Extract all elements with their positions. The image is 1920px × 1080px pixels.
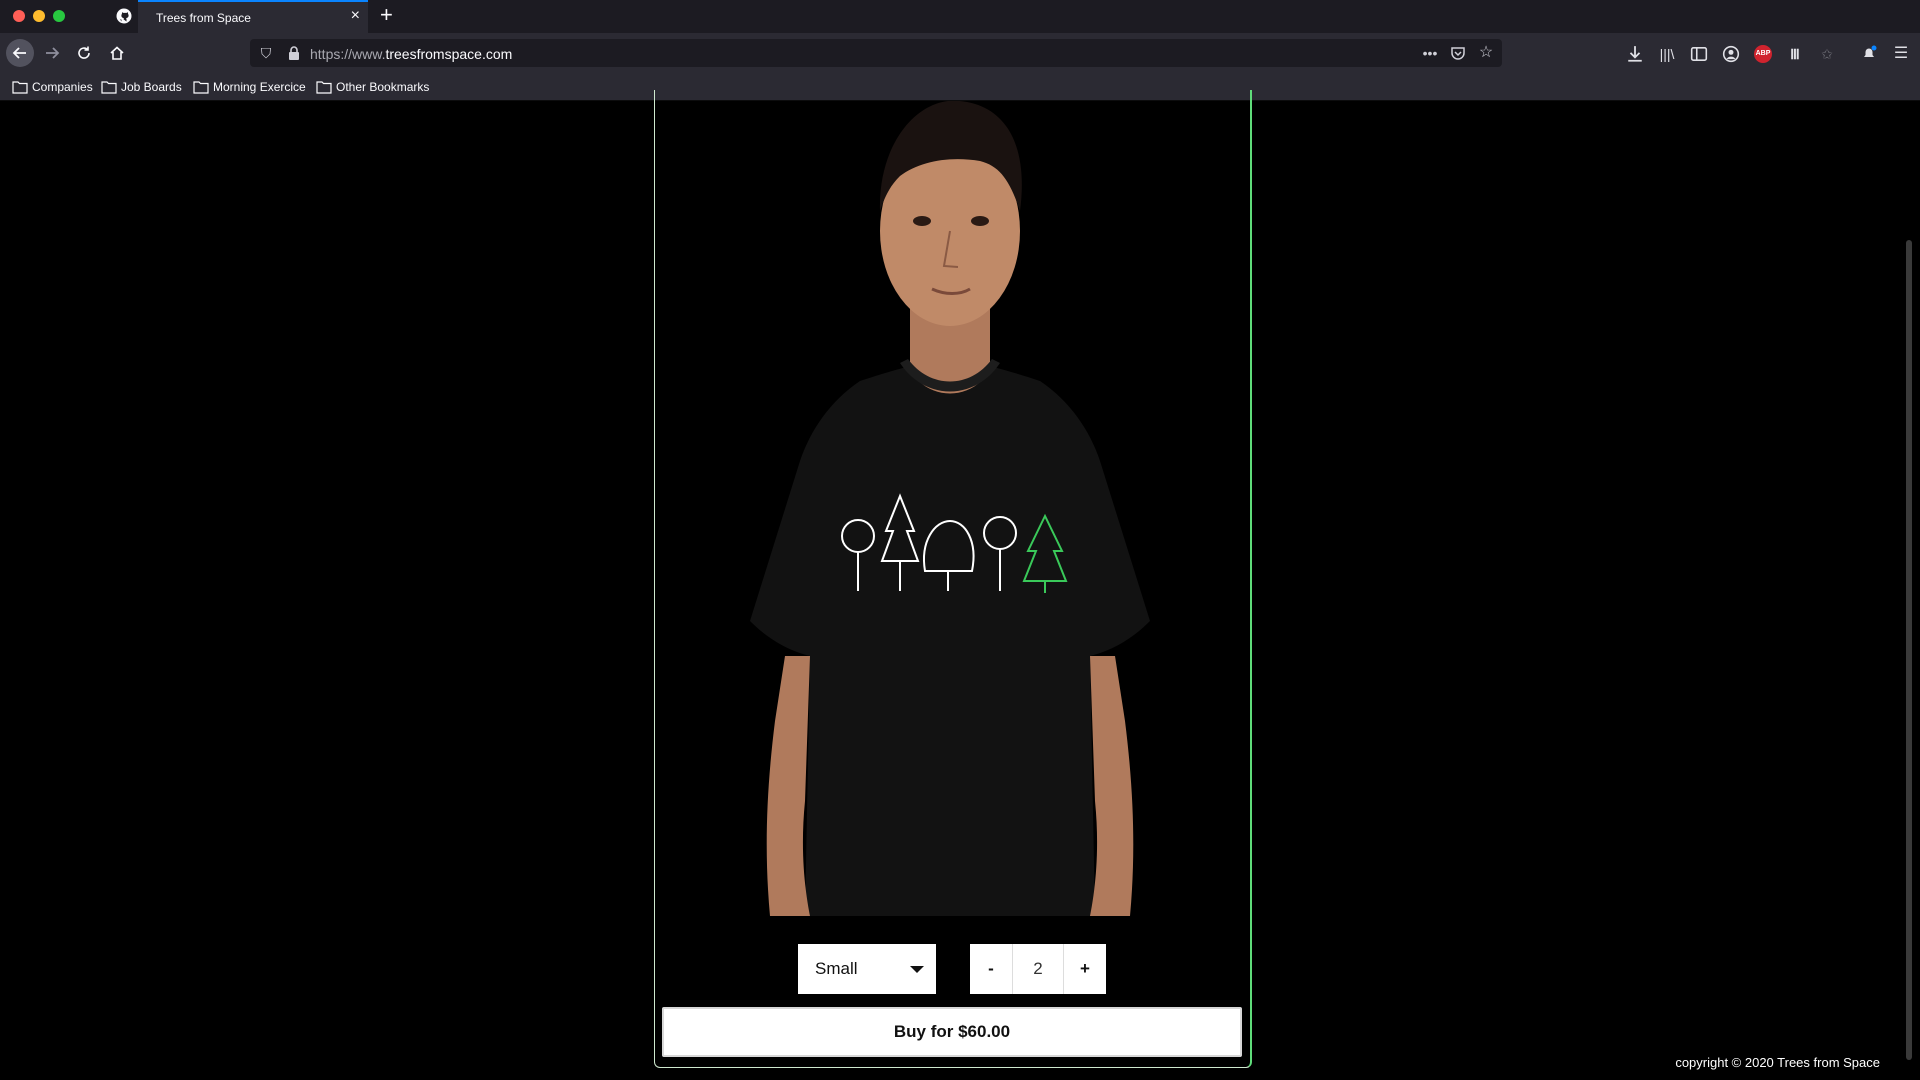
sidebar-icon[interactable]	[1690, 45, 1708, 63]
url-bar[interactable]: ⛉ https://www.treesfromspace.com ••• ☆	[250, 39, 1502, 67]
scrollbar[interactable]	[1906, 240, 1912, 1060]
back-arrow-icon	[12, 47, 26, 59]
minimize-window-button[interactable]	[33, 10, 45, 22]
bookmark-label: Companies	[32, 80, 93, 94]
home-button[interactable]	[103, 39, 131, 67]
home-icon	[110, 46, 124, 60]
bell-icon	[1864, 45, 1877, 57]
folder-icon	[12, 81, 28, 94]
lock-icon[interactable]	[286, 45, 302, 61]
url-domain: treesfromspace.com	[385, 46, 513, 62]
size-dropdown[interactable]: Small	[798, 944, 936, 994]
quantity-value[interactable]: 2	[1012, 944, 1064, 994]
product-photo	[750, 101, 1150, 916]
back-button[interactable]	[6, 39, 34, 67]
url-prefix: https://www.	[310, 46, 386, 62]
folder-icon	[316, 81, 332, 94]
size-selected-value: Small	[815, 959, 858, 978]
close-tab-icon[interactable]: ×	[351, 8, 360, 24]
close-window-button[interactable]	[13, 10, 25, 22]
tab-bar: Trees from Space × +	[0, 0, 1920, 33]
new-tab-button[interactable]: +	[380, 4, 393, 26]
url-text[interactable]: https://www.treesfromspace.com	[310, 46, 512, 62]
copyright-text: copyright © 2020 Trees from Space	[1675, 1055, 1880, 1070]
tab-active[interactable]: Trees from Space ×	[138, 0, 368, 33]
extension-icon[interactable]: Ⅲ	[1786, 45, 1804, 63]
buy-button[interactable]: Buy for $60.00	[662, 1007, 1242, 1057]
nav-bar: ⛉ https://www.treesfromspace.com ••• ☆ |…	[0, 33, 1920, 73]
page-actions-icon[interactable]: •••	[1422, 45, 1438, 61]
quantity-stepper[interactable]: - 2 +	[970, 944, 1106, 994]
bookmark-label: Morning Exercice	[213, 80, 306, 94]
folder-icon	[101, 81, 117, 94]
decrement-button[interactable]: -	[970, 944, 1012, 994]
pocket-icon[interactable]	[1450, 45, 1466, 61]
adblock-icon[interactable]: ABP	[1754, 45, 1772, 63]
extension-star-icon[interactable]: ✩	[1818, 45, 1836, 63]
bookmark-folder-morning-exercice[interactable]: Morning Exercice	[193, 79, 306, 95]
increment-button[interactable]: +	[1064, 944, 1106, 994]
notifications-icon[interactable]	[1860, 45, 1878, 63]
github-icon[interactable]	[116, 8, 132, 24]
browser-chrome: Trees from Space × + ⛉ https://www.trees…	[0, 0, 1920, 101]
tracking-shield-icon[interactable]: ⛉	[258, 45, 274, 61]
downloads-icon[interactable]	[1626, 45, 1644, 63]
reload-button[interactable]	[70, 39, 98, 67]
tab-title: Trees from Space	[156, 11, 251, 25]
reload-icon	[78, 46, 90, 59]
chevron-down-icon	[910, 966, 924, 973]
bookmark-folder-job-boards[interactable]: Job Boards	[101, 79, 182, 95]
bookmark-label: Other Bookmarks	[336, 80, 430, 94]
hamburger-menu-icon[interactable]: ☰	[1892, 45, 1910, 63]
bookmark-folder-other-bookmarks[interactable]: Other Bookmarks	[316, 79, 429, 95]
folder-icon	[193, 81, 209, 94]
forward-button[interactable]	[38, 39, 66, 67]
bookmark-folder-companies[interactable]: Companies	[12, 79, 93, 95]
account-icon[interactable]	[1722, 45, 1740, 63]
library-icon[interactable]: |||\	[1658, 45, 1676, 63]
forward-arrow-icon	[46, 47, 60, 59]
bookmark-label: Job Boards	[121, 80, 182, 94]
zoom-window-button[interactable]	[53, 10, 65, 22]
bookmark-star-icon[interactable]: ☆	[1478, 45, 1494, 61]
